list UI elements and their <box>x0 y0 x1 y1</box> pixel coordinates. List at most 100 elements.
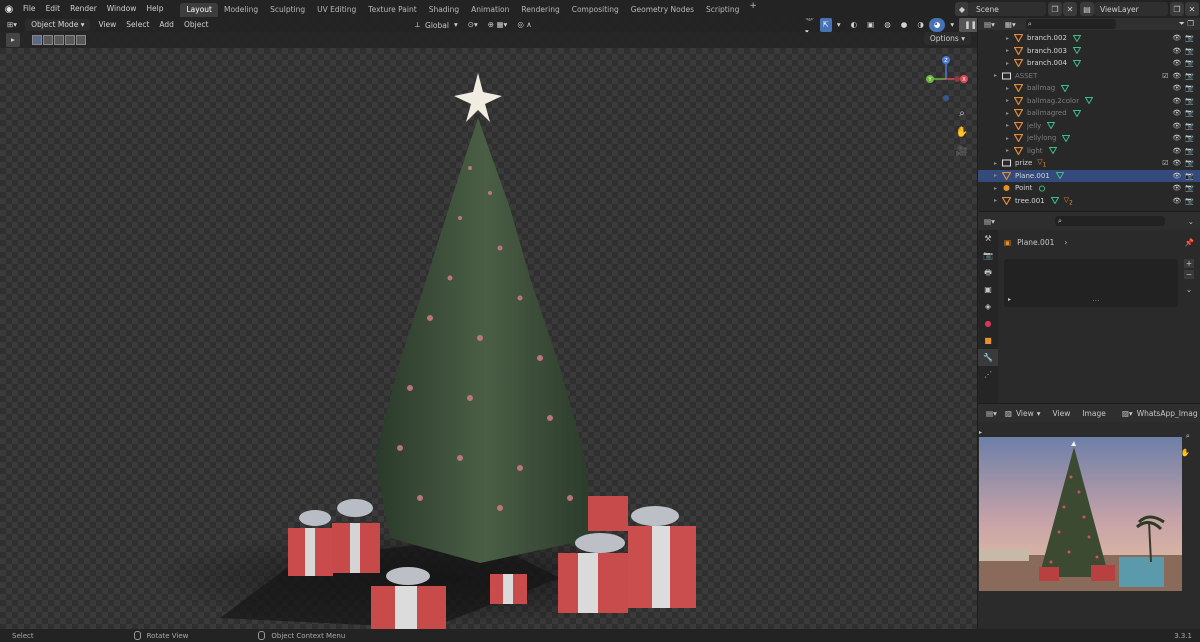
expand-arrow-icon[interactable]: ▸ <box>1006 122 1014 129</box>
tab-texture-paint[interactable]: Texture Paint <box>362 3 422 17</box>
particles-tab-icon[interactable]: ⋰ <box>978 366 998 383</box>
camera-render-icon[interactable]: 📷 <box>1185 72 1194 80</box>
expand-arrow-icon[interactable]: ▸ <box>1006 110 1014 117</box>
modifier-list[interactable]: ▸ ⋯ <box>1004 259 1178 307</box>
outliner-row[interactable]: ▸ ASSET ☑ 👁 📷 <box>978 70 1200 83</box>
eye-icon[interactable]: 👁 <box>1172 159 1181 167</box>
sidebar-toggle-icon[interactable]: ▸ <box>979 429 982 436</box>
camera-render-icon[interactable]: 📷 <box>1185 84 1194 92</box>
add-button[interactable]: + <box>1184 259 1194 268</box>
expand-arrow-icon[interactable]: ▸ <box>994 185 1002 192</box>
menu-render[interactable]: Render <box>65 0 102 18</box>
eye-icon[interactable]: 👁 <box>1172 172 1181 180</box>
outliner-row[interactable]: ▸ jelly 👁 📷 <box>978 120 1200 133</box>
menu-edit[interactable]: Edit <box>41 0 66 18</box>
menu-image[interactable]: Image <box>1082 409 1106 418</box>
outliner-row[interactable]: ▸ Plane.001 👁 📷 <box>978 169 1200 182</box>
expand-arrow-icon[interactable]: ▸ <box>1006 85 1014 92</box>
outliner-row[interactable]: ▸ branch.004 👁 📷 <box>978 57 1200 70</box>
scene-name[interactable]: Scene <box>976 5 999 14</box>
eye-icon[interactable]: 👁 <box>1172 122 1181 130</box>
expand-arrow-icon[interactable]: ▸ <box>1006 60 1014 67</box>
list-menu-icon[interactable]: ⌄ <box>1184 285 1194 294</box>
properties-search[interactable]: ⌕ <box>1054 216 1165 226</box>
outliner-row[interactable]: ▸ branch.003 👁 📷 <box>978 45 1200 58</box>
delete-view-layer-icon[interactable]: ✕ <box>1185 2 1199 16</box>
world-tab-icon[interactable]: ● <box>978 315 998 332</box>
tab-sculpting[interactable]: Sculpting <box>264 3 311 17</box>
menu-view-image[interactable]: View <box>1053 409 1071 418</box>
properties-options-icon[interactable]: ⌄ <box>1188 217 1194 226</box>
scene-tab-icon[interactable]: ◈ <box>978 298 998 315</box>
modifier-tab-icon[interactable]: 🔧 <box>978 349 998 366</box>
tab-modeling[interactable]: Modeling <box>218 3 264 17</box>
expand-arrow-icon[interactable]: ▸ <box>994 72 1002 79</box>
menu-help[interactable]: Help <box>141 0 168 18</box>
tool-tab-icon[interactable]: ⚒ <box>978 230 998 247</box>
camera-render-icon[interactable]: 📷 <box>1185 197 1194 205</box>
expand-arrow-icon[interactable]: ▸ <box>994 160 1002 167</box>
camera-render-icon[interactable]: 📷 <box>1185 159 1194 167</box>
image-mode-icon[interactable]: ▨ <box>1005 409 1012 418</box>
chevron-down-icon[interactable]: ▾ <box>1037 409 1041 418</box>
tab-shading[interactable]: Shading <box>423 3 465 17</box>
delete-scene-icon[interactable]: ✕ <box>1063 2 1077 16</box>
image-browse-icon[interactable]: ▨▾ <box>1122 409 1133 418</box>
menu-file[interactable]: File <box>18 0 41 18</box>
outliner-row[interactable]: ▸ ballmagred 👁 📷 <box>978 107 1200 120</box>
view-layer-selector[interactable]: ViewLayer <box>1094 2 1168 16</box>
camera-render-icon[interactable]: 📷 <box>1185 47 1194 55</box>
tab-layout[interactable]: Layout <box>180 3 218 17</box>
outliner-row[interactable]: ▸ ballmag 👁 📷 <box>978 82 1200 95</box>
outliner-row[interactable]: ▸ branch.002 👁 📷 <box>978 32 1200 45</box>
camera-render-icon[interactable]: 📷 <box>1185 122 1194 130</box>
eye-icon[interactable]: 👁 <box>1172 97 1181 105</box>
tab-compositing[interactable]: Compositing <box>566 3 625 17</box>
image-zoom-icon[interactable]: ⌕ <box>1186 431 1190 441</box>
camera-render-icon[interactable]: 📷 <box>1185 34 1194 42</box>
outliner-row[interactable]: ▸ jellylong 👁 📷 <box>978 132 1200 145</box>
render-tab-icon[interactable]: 📷 <box>978 247 998 264</box>
exclude-checkbox[interactable]: ☑ <box>1162 159 1168 167</box>
new-view-layer-icon[interactable]: ❐ <box>1170 2 1184 16</box>
camera-icon[interactable]: 🎥 <box>955 145 969 159</box>
blender-logo-icon[interactable]: ◉ <box>0 0 18 18</box>
expand-arrow-icon[interactable]: ▸ <box>1006 147 1014 154</box>
camera-render-icon[interactable]: 📷 <box>1185 184 1194 192</box>
properties-editor-icon[interactable]: ▤▾ <box>984 217 995 226</box>
eye-icon[interactable]: 👁 <box>1172 59 1181 67</box>
image-editor-type-icon[interactable]: ▤▾ <box>986 409 997 418</box>
eye-icon[interactable]: 👁 <box>1172 197 1181 205</box>
outliner-row[interactable]: ▸ prize ▽1 ☑ 👁 📷 <box>978 157 1200 170</box>
outliner-editor-icon[interactable]: ▤▾ <box>984 20 995 29</box>
pan-hand-icon[interactable]: ✋ <box>955 126 969 140</box>
add-workspace-button[interactable]: + <box>745 1 761 17</box>
view-layer-tab-icon[interactable]: ▣ <box>978 281 998 298</box>
eye-icon[interactable]: 👁 <box>1172 34 1181 42</box>
tab-geometry-nodes[interactable]: Geometry Nodes <box>625 3 700 17</box>
expand-arrow-icon[interactable]: ▸ <box>1006 97 1014 104</box>
expand-arrow-icon[interactable]: ▸ <box>1006 135 1014 142</box>
expand-arrow-icon[interactable]: ▸ <box>994 197 1002 204</box>
navigation-gizmo[interactable]: Z X Y <box>923 56 969 102</box>
tab-scripting[interactable]: Scripting <box>700 3 745 17</box>
3d-viewport[interactable]: ⊞▾ Object Mode ▾ View Select Add Object … <box>0 18 977 629</box>
eye-icon[interactable]: 👁 <box>1172 47 1181 55</box>
eye-icon[interactable]: 👁 <box>1172 72 1181 80</box>
outliner-row[interactable]: ▸ ballmag.2color 👁 📷 <box>978 95 1200 108</box>
eye-icon[interactable]: 👁 <box>1172 184 1181 192</box>
tab-animation[interactable]: Animation <box>465 3 515 17</box>
resize-handle-icon[interactable]: ⋯ <box>1092 296 1100 305</box>
pin-icon[interactable]: 📌 <box>1185 238 1194 247</box>
tab-rendering[interactable]: Rendering <box>515 3 565 17</box>
exclude-checkbox[interactable]: ☑ <box>1162 72 1168 80</box>
eye-icon[interactable]: 👁 <box>1172 134 1181 142</box>
camera-render-icon[interactable]: 📷 <box>1185 97 1194 105</box>
view-layer-icon[interactable]: ▤ <box>1080 2 1094 16</box>
image-name-field[interactable]: WhatsApp_Image_ <box>1137 409 1197 418</box>
expand-arrow-icon[interactable]: ▸ <box>1006 47 1014 54</box>
eye-icon[interactable]: 👁 <box>1172 84 1181 92</box>
outliner-row[interactable]: ▸ light 👁 📷 <box>978 145 1200 158</box>
mode-view-dropdown[interactable]: View <box>1016 409 1034 418</box>
camera-render-icon[interactable]: 📷 <box>1185 134 1194 142</box>
